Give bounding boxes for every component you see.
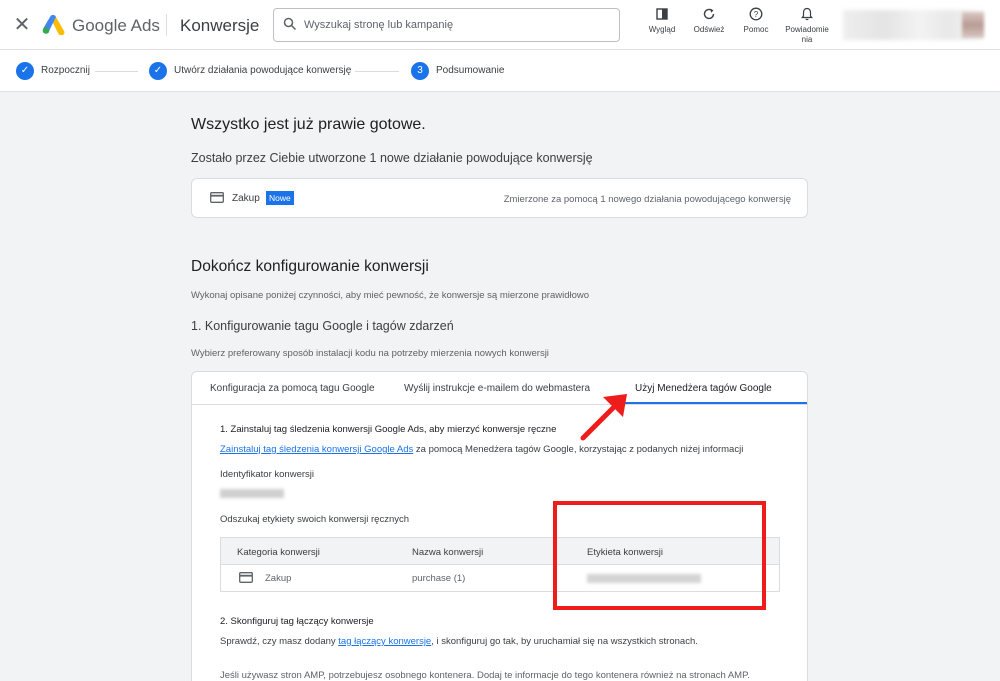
install-tag-link[interactable]: Zainstaluj tag śledzenia konwersji Googl… — [220, 444, 413, 455]
svg-text:?: ? — [754, 10, 759, 19]
brand-name: Google Ads — [72, 16, 160, 35]
step-connector — [355, 71, 399, 72]
conversion-id-value-redacted — [220, 489, 284, 498]
config-section-title: 1. Konfigurowanie tagu Google i tagów zd… — [191, 319, 454, 333]
conversion-name: Zakup — [232, 193, 260, 204]
search-box[interactable] — [273, 8, 620, 42]
top-bar: ✕ Google Ads Konwersje Wygląd Odśwież ? — [0, 0, 1000, 50]
notifications-label-wrap: nia — [801, 35, 813, 44]
row-category: Zakup — [265, 573, 292, 584]
step1-instructions: Zainstaluj tag śledzenia konwersji Googl… — [220, 444, 743, 455]
column-header-name: Nazwa konwersji — [412, 547, 484, 558]
tab-google-tag[interactable]: Konfiguracja za pomocą tagu Google — [210, 383, 375, 394]
annotation-arrow-icon — [580, 394, 627, 441]
step-label: Podsumowanie — [436, 65, 505, 76]
conversion-id-label: Identyfikator konwersji — [220, 469, 314, 480]
step-connector — [95, 71, 138, 72]
finish-heading: Dokończ konfigurowanie konwersji — [191, 258, 429, 275]
measured-text: Zmierzone za pomocą 1 nowego działania p… — [503, 194, 791, 205]
step-number: 3 — [411, 62, 429, 80]
step2-instructions: Sprawdź, czy masz dodany tag łączący kon… — [220, 636, 698, 647]
help-button[interactable]: ? Pomoc — [741, 7, 771, 35]
step-start[interactable]: ✓ Rozpocznij — [16, 62, 96, 80]
annotation-highlight-box — [553, 501, 766, 610]
help-label: Pomoc — [743, 25, 769, 34]
conversion-summary-card: Zakup Nowe Zmierzone za pomocą 1 nowego … — [191, 178, 808, 218]
google-ads-logo-icon — [42, 15, 65, 35]
notifications-button[interactable]: Powiadomie nia — [783, 7, 831, 45]
notifications-label: Powiadomie — [785, 25, 829, 34]
check-icon: ✓ — [16, 62, 34, 80]
tab-google-tag-manager[interactable]: Użyj Menedżera tagów Google — [635, 383, 772, 394]
step-summary[interactable]: 3 Podsumowanie — [411, 62, 511, 80]
search-icon — [283, 17, 297, 31]
active-tab-indicator — [617, 402, 807, 404]
find-labels-text: Odszukaj etykiety swoich konwersji ręczn… — [220, 514, 410, 525]
check-icon: ✓ — [149, 62, 167, 80]
config-section-description: Wybierz preferowany sposób instalacji ko… — [191, 348, 549, 359]
finish-description: Wykonaj opisane poniżej czynności, aby m… — [191, 290, 590, 301]
summary-heading: Wszystko jest już prawie gotowe. — [191, 116, 426, 133]
bell-icon — [801, 7, 813, 21]
summary-subheading: Zostało przez Ciebie utworzone 1 nowe dz… — [191, 151, 593, 165]
step1-title: 1. Zainstaluj tag śledzenia konwersji Go… — [220, 424, 557, 435]
column-header-category: Kategoria konwersji — [237, 547, 320, 558]
step1-rest-text: za pomocą Menedżera tagów Google, korzys… — [413, 444, 744, 455]
close-icon[interactable]: ✕ — [13, 14, 31, 36]
search-input[interactable] — [304, 15, 604, 35]
step-label: Rozpocznij — [41, 65, 90, 76]
step2-after-text: , i skonfiguruj go tak, by uruchamiał si… — [431, 636, 698, 647]
appearance-icon — [656, 8, 668, 20]
step-label: Utwórz działania powodujące konwersję — [174, 65, 352, 76]
appearance-label: Wygląd — [648, 25, 676, 34]
refresh-label: Odśwież — [693, 25, 725, 34]
step-create-actions[interactable]: ✓ Utwórz działania powodujące konwersję — [149, 62, 354, 80]
new-badge: Nowe — [266, 191, 294, 205]
page-title: Konwersje — [180, 16, 260, 35]
divider — [166, 14, 167, 36]
stepper: ✓ Rozpocznij ✓ Utwórz działania powodują… — [0, 50, 1000, 92]
install-method-tabs: Konfiguracja za pomocą tagu Google Wyśli… — [192, 372, 807, 405]
step2-title: 2. Skonfiguruj tag łączący konwersje — [220, 616, 374, 627]
row-conversion-name: purchase (1) — [412, 573, 466, 584]
conversion-linker-link[interactable]: tag łączący konwersje — [338, 636, 431, 647]
credit-card-icon — [210, 192, 224, 203]
credit-card-icon — [239, 572, 253, 583]
refresh-button[interactable]: Odśwież — [692, 7, 726, 35]
appearance-button[interactable]: Wygląd — [646, 7, 678, 35]
tab-email-webmaster[interactable]: Wyślij instrukcje e-mailem do webmastera — [404, 383, 590, 394]
help-icon: ? — [749, 7, 763, 21]
step2-before-text: Sprawdź, czy masz dodany — [220, 636, 339, 647]
amp-note: Jeśli używasz stron AMP, potrzebujesz os… — [220, 670, 750, 681]
refresh-icon — [703, 8, 715, 20]
avatar[interactable] — [962, 12, 984, 38]
